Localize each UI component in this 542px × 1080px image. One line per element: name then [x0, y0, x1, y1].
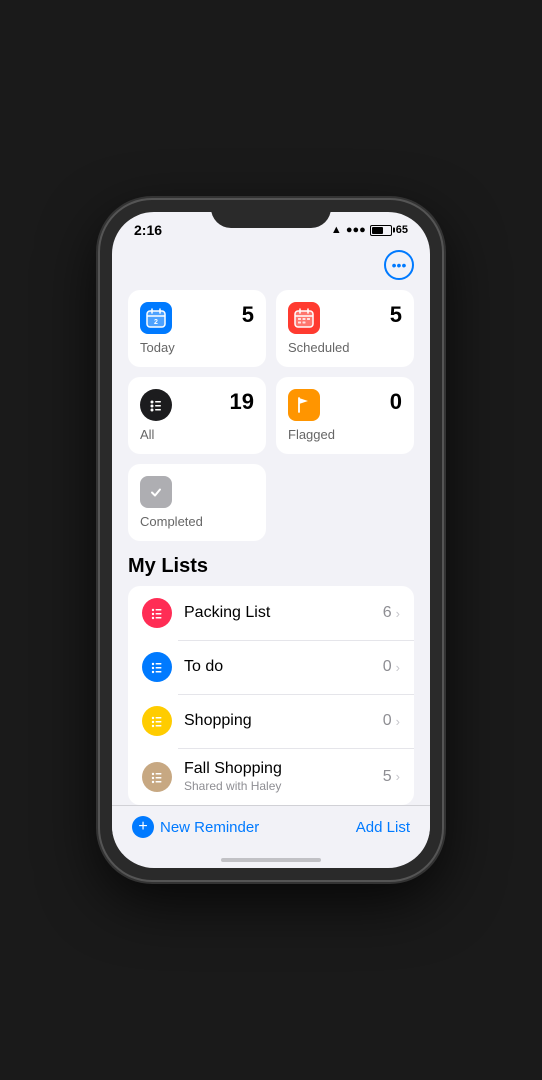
smart-card-scheduled[interactable]: 5 Scheduled	[276, 290, 414, 367]
card-top-today: 2 5	[140, 302, 254, 334]
card-top-all: 19	[140, 389, 254, 421]
status-time: 2:16	[134, 222, 162, 238]
all-count: 19	[230, 389, 254, 415]
smart-card-flagged[interactable]: 0 Flagged	[276, 377, 414, 454]
packing-list-name: Packing List	[184, 604, 383, 622]
card-top-scheduled: 5	[288, 302, 402, 334]
smart-card-today[interactable]: 2 5 Today	[128, 290, 266, 367]
shopping-list-info: Shopping	[184, 712, 383, 730]
completed-icon	[140, 476, 172, 508]
todo-chevron-icon: ›	[396, 660, 400, 675]
add-list-button[interactable]: Add List	[356, 819, 410, 836]
today-icon: 2	[140, 302, 172, 334]
fall-shopping-list-right: 5 ›	[383, 768, 400, 786]
shopping-list-icon	[142, 706, 172, 736]
home-indicator	[221, 858, 321, 862]
svg-text:2: 2	[154, 319, 158, 326]
smart-lists-grid: 2 5 Today	[128, 290, 414, 541]
header-row: •••	[128, 250, 414, 280]
today-label: Today	[140, 340, 254, 355]
signal-icon: ●●●	[346, 224, 366, 236]
all-icon	[140, 389, 172, 421]
list-item-todo[interactable]: To do 0 ›	[128, 640, 414, 694]
notch	[211, 200, 331, 228]
flagged-label: Flagged	[288, 427, 402, 442]
todo-list-icon	[142, 652, 172, 682]
list-item-shopping[interactable]: Shopping 0 ›	[128, 694, 414, 748]
todo-list-info: To do	[184, 658, 383, 676]
fall-shopping-chevron-icon: ›	[396, 769, 400, 784]
todo-list-right: 0 ›	[383, 658, 400, 676]
fall-shopping-list-subtitle: Shared with Haley	[184, 779, 383, 793]
scheduled-label: Scheduled	[288, 340, 402, 355]
more-icon: •••	[392, 257, 407, 273]
today-count: 5	[242, 302, 254, 328]
my-lists-title: My Lists	[128, 555, 414, 578]
phone-screen: 2:16 ▲ ●●● 65 •••	[112, 212, 430, 868]
card-top-flagged: 0	[288, 389, 402, 421]
list-item-fall-shopping[interactable]: Fall Shopping Shared with Haley 5 ›	[128, 748, 414, 805]
packing-chevron-icon: ›	[396, 606, 400, 621]
new-reminder-label: New Reminder	[160, 819, 259, 836]
fall-shopping-list-count: 5	[383, 768, 392, 786]
main-content: ••• 2	[112, 242, 430, 805]
wifi-icon: ▲	[331, 224, 342, 236]
packing-list-icon	[142, 598, 172, 628]
more-button[interactable]: •••	[384, 250, 414, 280]
list-item-packing[interactable]: Packing List 6 ›	[128, 586, 414, 640]
card-top-completed	[140, 476, 254, 508]
battery-icon	[370, 225, 392, 236]
todo-list-count: 0	[383, 658, 392, 676]
phone-frame: 2:16 ▲ ●●● 65 •••	[100, 200, 442, 880]
fall-shopping-list-icon	[142, 762, 172, 792]
packing-list-right: 6 ›	[383, 604, 400, 622]
flagged-icon	[288, 389, 320, 421]
smart-card-completed[interactable]: Completed	[128, 464, 266, 541]
shopping-list-right: 0 ›	[383, 712, 400, 730]
new-reminder-button[interactable]: + New Reminder	[132, 816, 259, 838]
scheduled-icon	[288, 302, 320, 334]
shopping-chevron-icon: ›	[396, 714, 400, 729]
add-list-label: Add List	[356, 819, 410, 836]
packing-list-count: 6	[383, 604, 392, 622]
todo-list-name: To do	[184, 658, 383, 676]
fall-shopping-list-info: Fall Shopping Shared with Haley	[184, 760, 383, 793]
smart-card-all[interactable]: 19 All	[128, 377, 266, 454]
fall-shopping-list-name: Fall Shopping	[184, 760, 383, 778]
bottom-toolbar: + New Reminder Add List	[112, 805, 430, 854]
flagged-count: 0	[390, 389, 402, 415]
all-label: All	[140, 427, 254, 442]
shopping-list-name: Shopping	[184, 712, 383, 730]
scheduled-count: 5	[390, 302, 402, 328]
status-icons: ▲ ●●● 65	[331, 224, 408, 236]
shopping-list-count: 0	[383, 712, 392, 730]
lists-container: Packing List 6 ›	[128, 586, 414, 805]
new-reminder-icon: +	[132, 816, 154, 838]
completed-label: Completed	[140, 514, 254, 529]
packing-list-info: Packing List	[184, 604, 383, 622]
battery-fill	[372, 227, 384, 234]
battery-percent: 65	[396, 224, 408, 236]
